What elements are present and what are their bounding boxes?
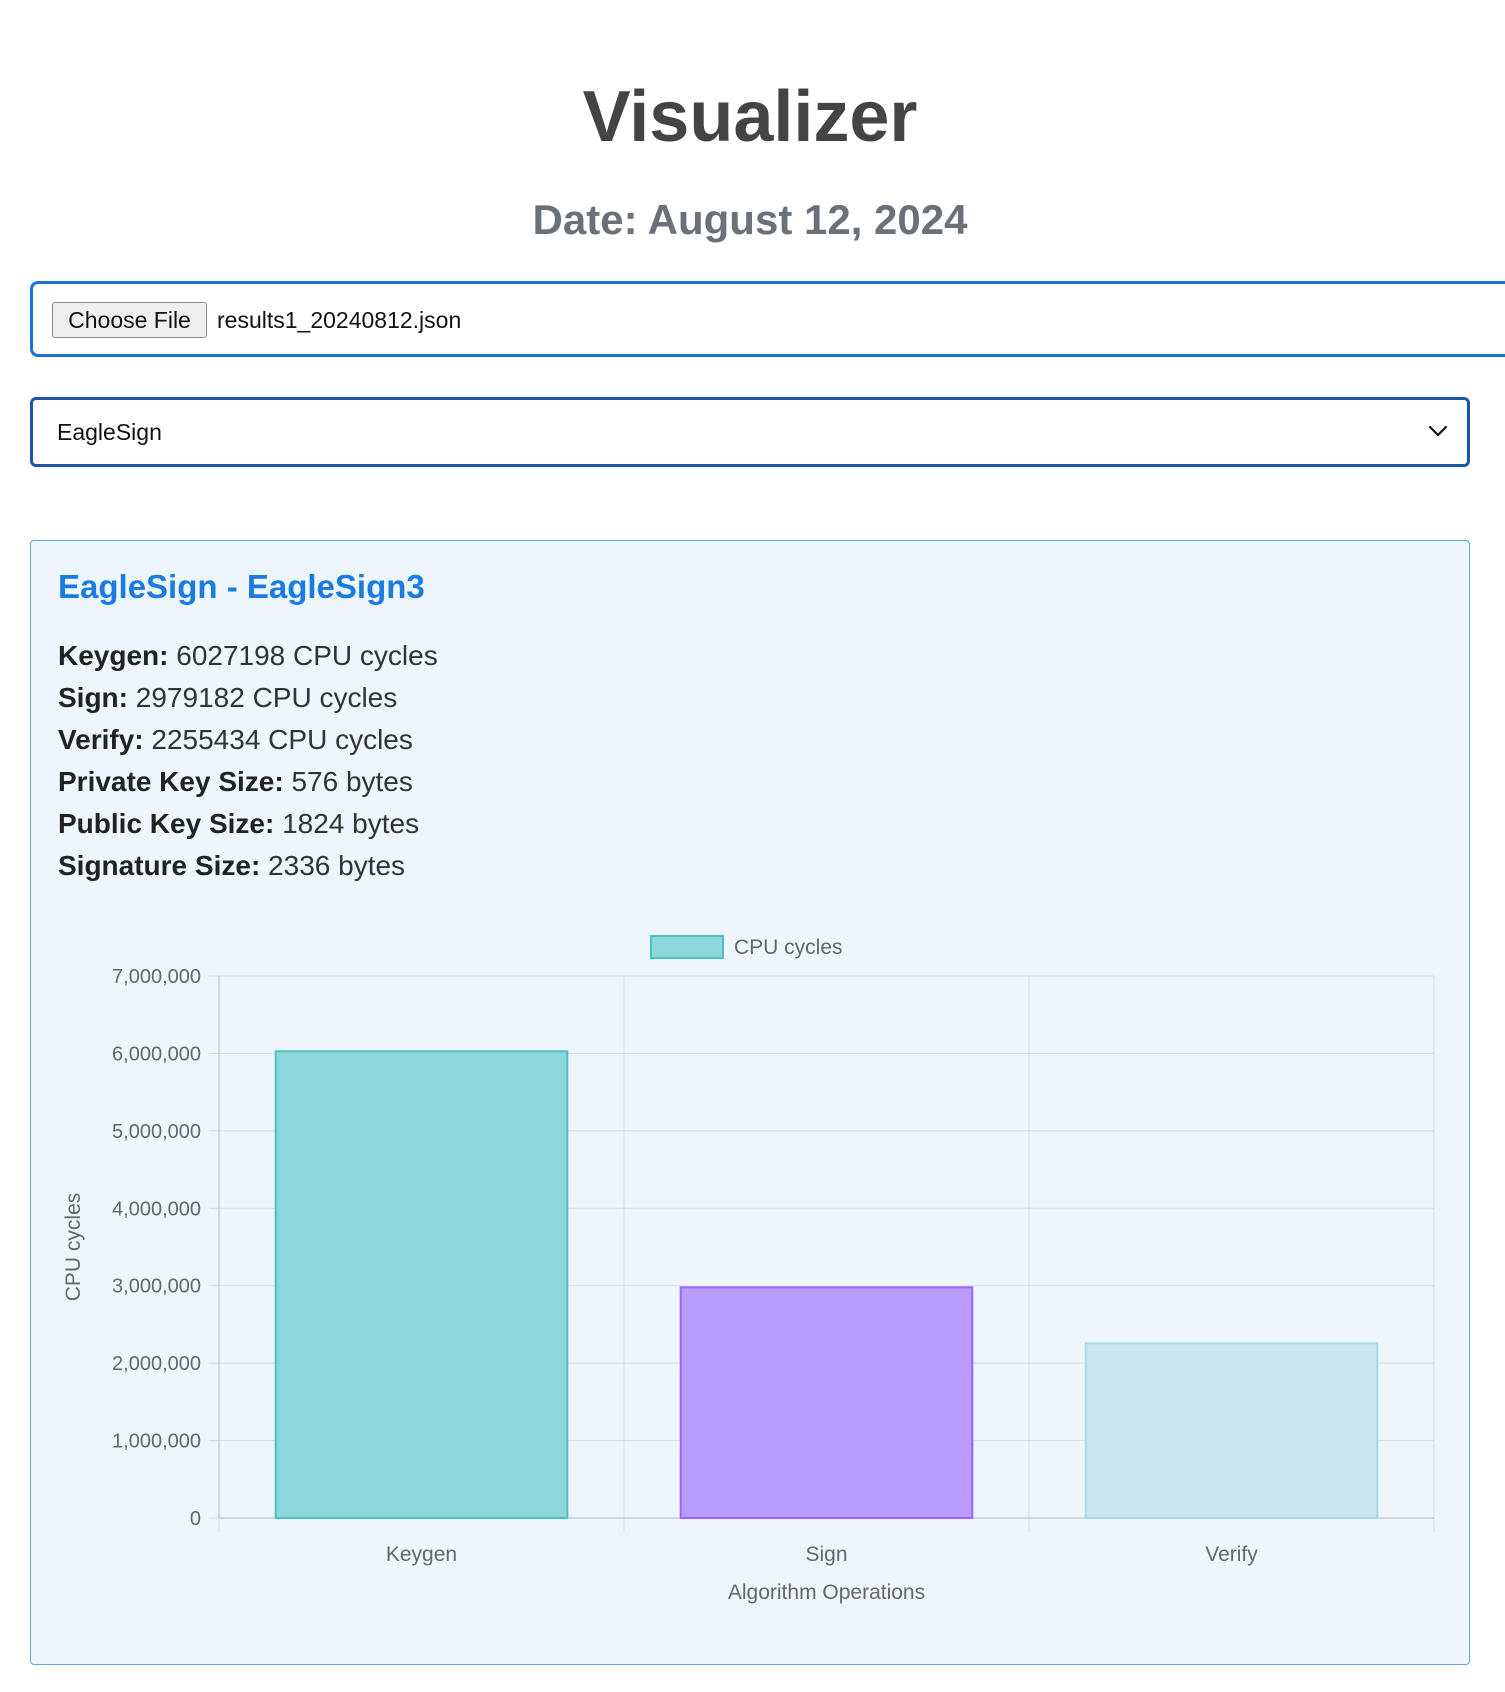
algorithm-select-value: EagleSign	[57, 419, 162, 445]
x-tick-label: Keygen	[386, 1543, 457, 1566]
result-card: EagleSign - EagleSign3 Keygen: 6027198 C…	[30, 540, 1470, 1665]
y-tick-label: 1,000,000	[112, 1431, 201, 1453]
page: Visualizer Date: August 12, 2024 Choose …	[0, 0, 1505, 1692]
choose-file-button[interactable]: Choose File	[52, 302, 207, 338]
x-tick-label: Sign	[805, 1543, 847, 1566]
y-tick-label: 6,000,000	[112, 1043, 201, 1065]
cpu-cycles-bar-chart: 0 1,000,000 2,000,000 3,000,000 4,000,000 5,0…	[62, 935, 1435, 1604]
y-tick-label: 7,000,000	[112, 966, 201, 988]
algorithm-select[interactable]: EagleSign	[30, 397, 1470, 467]
y-axis-title: CPU cycles	[62, 1193, 85, 1302]
y-tick-label: 2,000,000	[112, 1353, 201, 1375]
legend-label: CPU cycles	[734, 936, 843, 959]
bar-verify	[1084, 1342, 1379, 1520]
file-input-container: Choose File results1_20240812.json	[30, 281, 1505, 357]
y-tick-label: 0	[190, 1508, 201, 1530]
y-tick-label: 5,000,000	[112, 1121, 201, 1143]
legend-swatch	[650, 935, 724, 959]
y-tick-label: 4,000,000	[112, 1198, 201, 1220]
bar-keygen	[274, 1050, 569, 1519]
page-title: Visualizer	[582, 77, 918, 157]
selected-file-name: results1_20240812.json	[217, 307, 462, 333]
x-axis-title: Algorithm Operations	[728, 1581, 925, 1604]
page-date: Date: August 12, 2024	[532, 196, 968, 243]
chevron-down-icon	[1428, 425, 1448, 437]
bar-sign	[679, 1286, 974, 1519]
x-tick-label: Verify	[1205, 1543, 1258, 1566]
y-tick-label: 3,000,000	[112, 1276, 201, 1298]
